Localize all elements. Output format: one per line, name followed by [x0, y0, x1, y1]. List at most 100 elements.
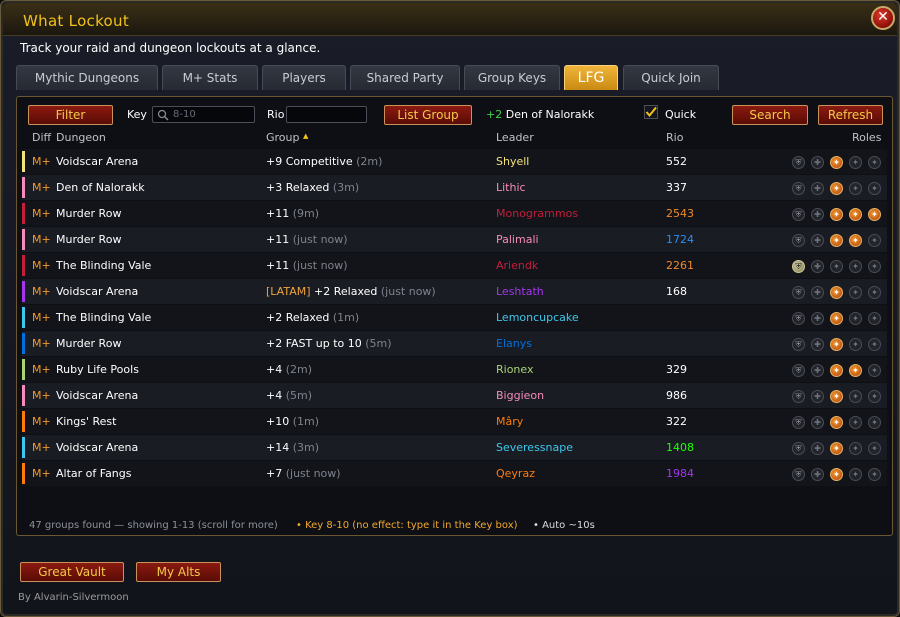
- dps-role-icon: ✦: [868, 338, 881, 351]
- row-rio: 337: [666, 181, 687, 194]
- tab-mplus-stats[interactable]: M+ Stats: [162, 65, 258, 90]
- row-leader: Palimali: [496, 233, 539, 246]
- row-diff: M+: [32, 467, 51, 480]
- dps-role-icon: ✦: [868, 156, 881, 169]
- col-header-rio[interactable]: Rio: [666, 131, 683, 144]
- filter-button[interactable]: Filter: [28, 105, 113, 125]
- dps-role-icon: ✦: [849, 364, 862, 377]
- row-diff: M+: [32, 337, 51, 350]
- table-row[interactable]: M+ The Blinding Vale +2 Relaxed (1m) Lemonc…: [22, 305, 887, 330]
- table-row[interactable]: M+ Ruby Life Pools +4 (2m) Rionex 329 ⛨ ✚ ✦ ✦ ✦: [22, 357, 887, 382]
- row-dungeon: Voidscar Arena: [56, 389, 139, 402]
- dps-role-icon: ✦: [868, 416, 881, 429]
- row-dungeon: Kings' Rest: [56, 415, 117, 428]
- listed-key-level: +2: [486, 108, 503, 121]
- dps-role-icon: ✦: [849, 208, 862, 221]
- healer-role-icon: ✚: [811, 208, 824, 221]
- tab-shared-party[interactable]: Shared Party: [350, 65, 460, 90]
- row-group-title: +4: [266, 389, 283, 402]
- healer-role-icon: ✚: [811, 468, 824, 481]
- healer-role-icon: ✚: [811, 234, 824, 247]
- row-rio: 552: [666, 155, 687, 168]
- class-color-bar: [22, 333, 25, 354]
- row-leader: Elanys: [496, 337, 532, 350]
- row-leader: Shyell: [496, 155, 530, 168]
- search-button[interactable]: Search: [732, 105, 808, 125]
- window-title: What Lockout: [23, 12, 130, 30]
- table-row[interactable]: M+ Voidscar Arena +9 Competitive (2m) Shyel…: [22, 149, 887, 174]
- row-group: +11 (just now): [266, 233, 348, 246]
- tank-role-icon: ⛨: [792, 182, 805, 195]
- row-diff: M+: [32, 181, 51, 194]
- table-row[interactable]: M+ Murder Row +11 (9m) Monogrammos 2543 ⛨ ✚ ✦ ✦ ✦: [22, 201, 887, 226]
- row-dungeon: The Blinding Vale: [56, 311, 152, 324]
- quick-checkbox[interactable]: [644, 105, 658, 119]
- row-diff: M+: [32, 155, 51, 168]
- tank-role-icon: ⛨: [792, 312, 805, 325]
- dps-role-icon: ✦: [830, 234, 843, 247]
- tab-mythic-dungeons[interactable]: Mythic Dungeons: [16, 65, 158, 90]
- key-input[interactable]: 8-10: [152, 106, 255, 123]
- tab-lfg[interactable]: LFG: [564, 65, 618, 90]
- table-row[interactable]: M+ Murder Row +2 FAST up to 10 (5m) Elanys ⛨…: [22, 331, 887, 356]
- dps-role-icon: ✦: [868, 234, 881, 247]
- title-bar[interactable]: What Lockout ✕: [3, 3, 897, 36]
- refresh-button[interactable]: Refresh: [818, 105, 883, 125]
- row-dungeon: Altar of Fangs: [56, 467, 132, 480]
- row-group-age: (just now): [292, 233, 348, 246]
- dps-role-icon: ✦: [830, 364, 843, 377]
- window-subtitle: Track your raid and dungeon lockouts at …: [20, 41, 321, 55]
- row-rio: 2543: [666, 207, 694, 220]
- great-vault-button[interactable]: Great Vault: [20, 562, 124, 582]
- row-group-title: +14: [266, 441, 290, 454]
- tab-group-keys[interactable]: Group Keys: [464, 65, 560, 90]
- rio-input[interactable]: [286, 106, 367, 123]
- col-header-group[interactable]: Group: [266, 131, 300, 144]
- row-rio: 329: [666, 363, 687, 376]
- healer-role-icon: ✚: [811, 390, 824, 403]
- my-alts-button[interactable]: My Alts: [136, 562, 221, 582]
- col-header-diff[interactable]: Diff: [32, 131, 51, 144]
- healer-role-icon: ✚: [811, 260, 824, 273]
- table-row[interactable]: M+ Altar of Fangs +7 (just now) Qeyraz 1984 ⛨…: [22, 461, 887, 486]
- row-group: +7 (just now): [266, 467, 341, 480]
- row-group: +2 Relaxed (1m): [266, 311, 359, 324]
- dps-role-icon: ✦: [830, 208, 843, 221]
- table-row[interactable]: M+ Voidscar Arena +14 (3m) Severessnape 1408…: [22, 435, 887, 460]
- tank-role-icon: ⛨: [792, 390, 805, 403]
- dps-role-icon: ✦: [868, 260, 881, 273]
- tab-players[interactable]: Players: [262, 65, 346, 90]
- row-leader: Severessnape: [496, 441, 573, 454]
- list-group-button[interactable]: List Group: [384, 105, 472, 125]
- row-group-title: +4: [266, 363, 283, 376]
- dps-role-icon: ✦: [830, 442, 843, 455]
- row-group: [LATAM] +2 Relaxed (just now): [266, 285, 436, 298]
- row-diff: M+: [32, 415, 51, 428]
- table-row[interactable]: M+ Kings' Rest +10 (1m) Mâry 322 ⛨ ✚ ✦ ✦ ✦: [22, 409, 887, 434]
- table-row[interactable]: M+ The Blinding Vale +11 (just now) Ariendk…: [22, 253, 887, 278]
- table-row[interactable]: M+ Voidscar Arena +4 (5m) Biggieon 986 ⛨ ✚ ✦ ✦ ✦: [22, 383, 887, 408]
- class-color-bar: [22, 151, 25, 172]
- row-dungeon: The Blinding Vale: [56, 259, 152, 272]
- row-diff: M+: [32, 363, 51, 376]
- col-header-dungeon[interactable]: Dungeon: [56, 131, 106, 144]
- tab-quick-join[interactable]: Quick Join: [623, 65, 719, 90]
- dps-role-icon: ✦: [868, 390, 881, 403]
- row-group-age: (just now): [285, 467, 341, 480]
- col-header-leader[interactable]: Leader: [496, 131, 534, 144]
- row-group-age: (just now): [292, 259, 348, 272]
- row-leader: Lithic: [496, 181, 526, 194]
- dps-role-icon: ✦: [830, 390, 843, 403]
- tank-role-icon: ⛨: [792, 208, 805, 221]
- row-dungeon: Voidscar Arena: [56, 155, 139, 168]
- rio-label: Rio: [267, 108, 285, 121]
- row-rio: 168: [666, 285, 687, 298]
- dps-role-icon: ✦: [849, 286, 862, 299]
- dps-role-icon: ✦: [868, 442, 881, 455]
- table-row[interactable]: M+ Den of Nalorakk +3 Relaxed (3m) Lithic 33…: [22, 175, 887, 200]
- table-row[interactable]: M+ Voidscar Arena [LATAM] +2 Relaxed (just…: [22, 279, 887, 304]
- class-color-bar: [22, 177, 25, 198]
- close-icon[interactable]: ✕: [871, 6, 895, 30]
- row-leader: Qeyraz: [496, 467, 535, 480]
- table-row[interactable]: M+ Murder Row +11 (just now) Palimali 1724 ⛨ ✚…: [22, 227, 887, 252]
